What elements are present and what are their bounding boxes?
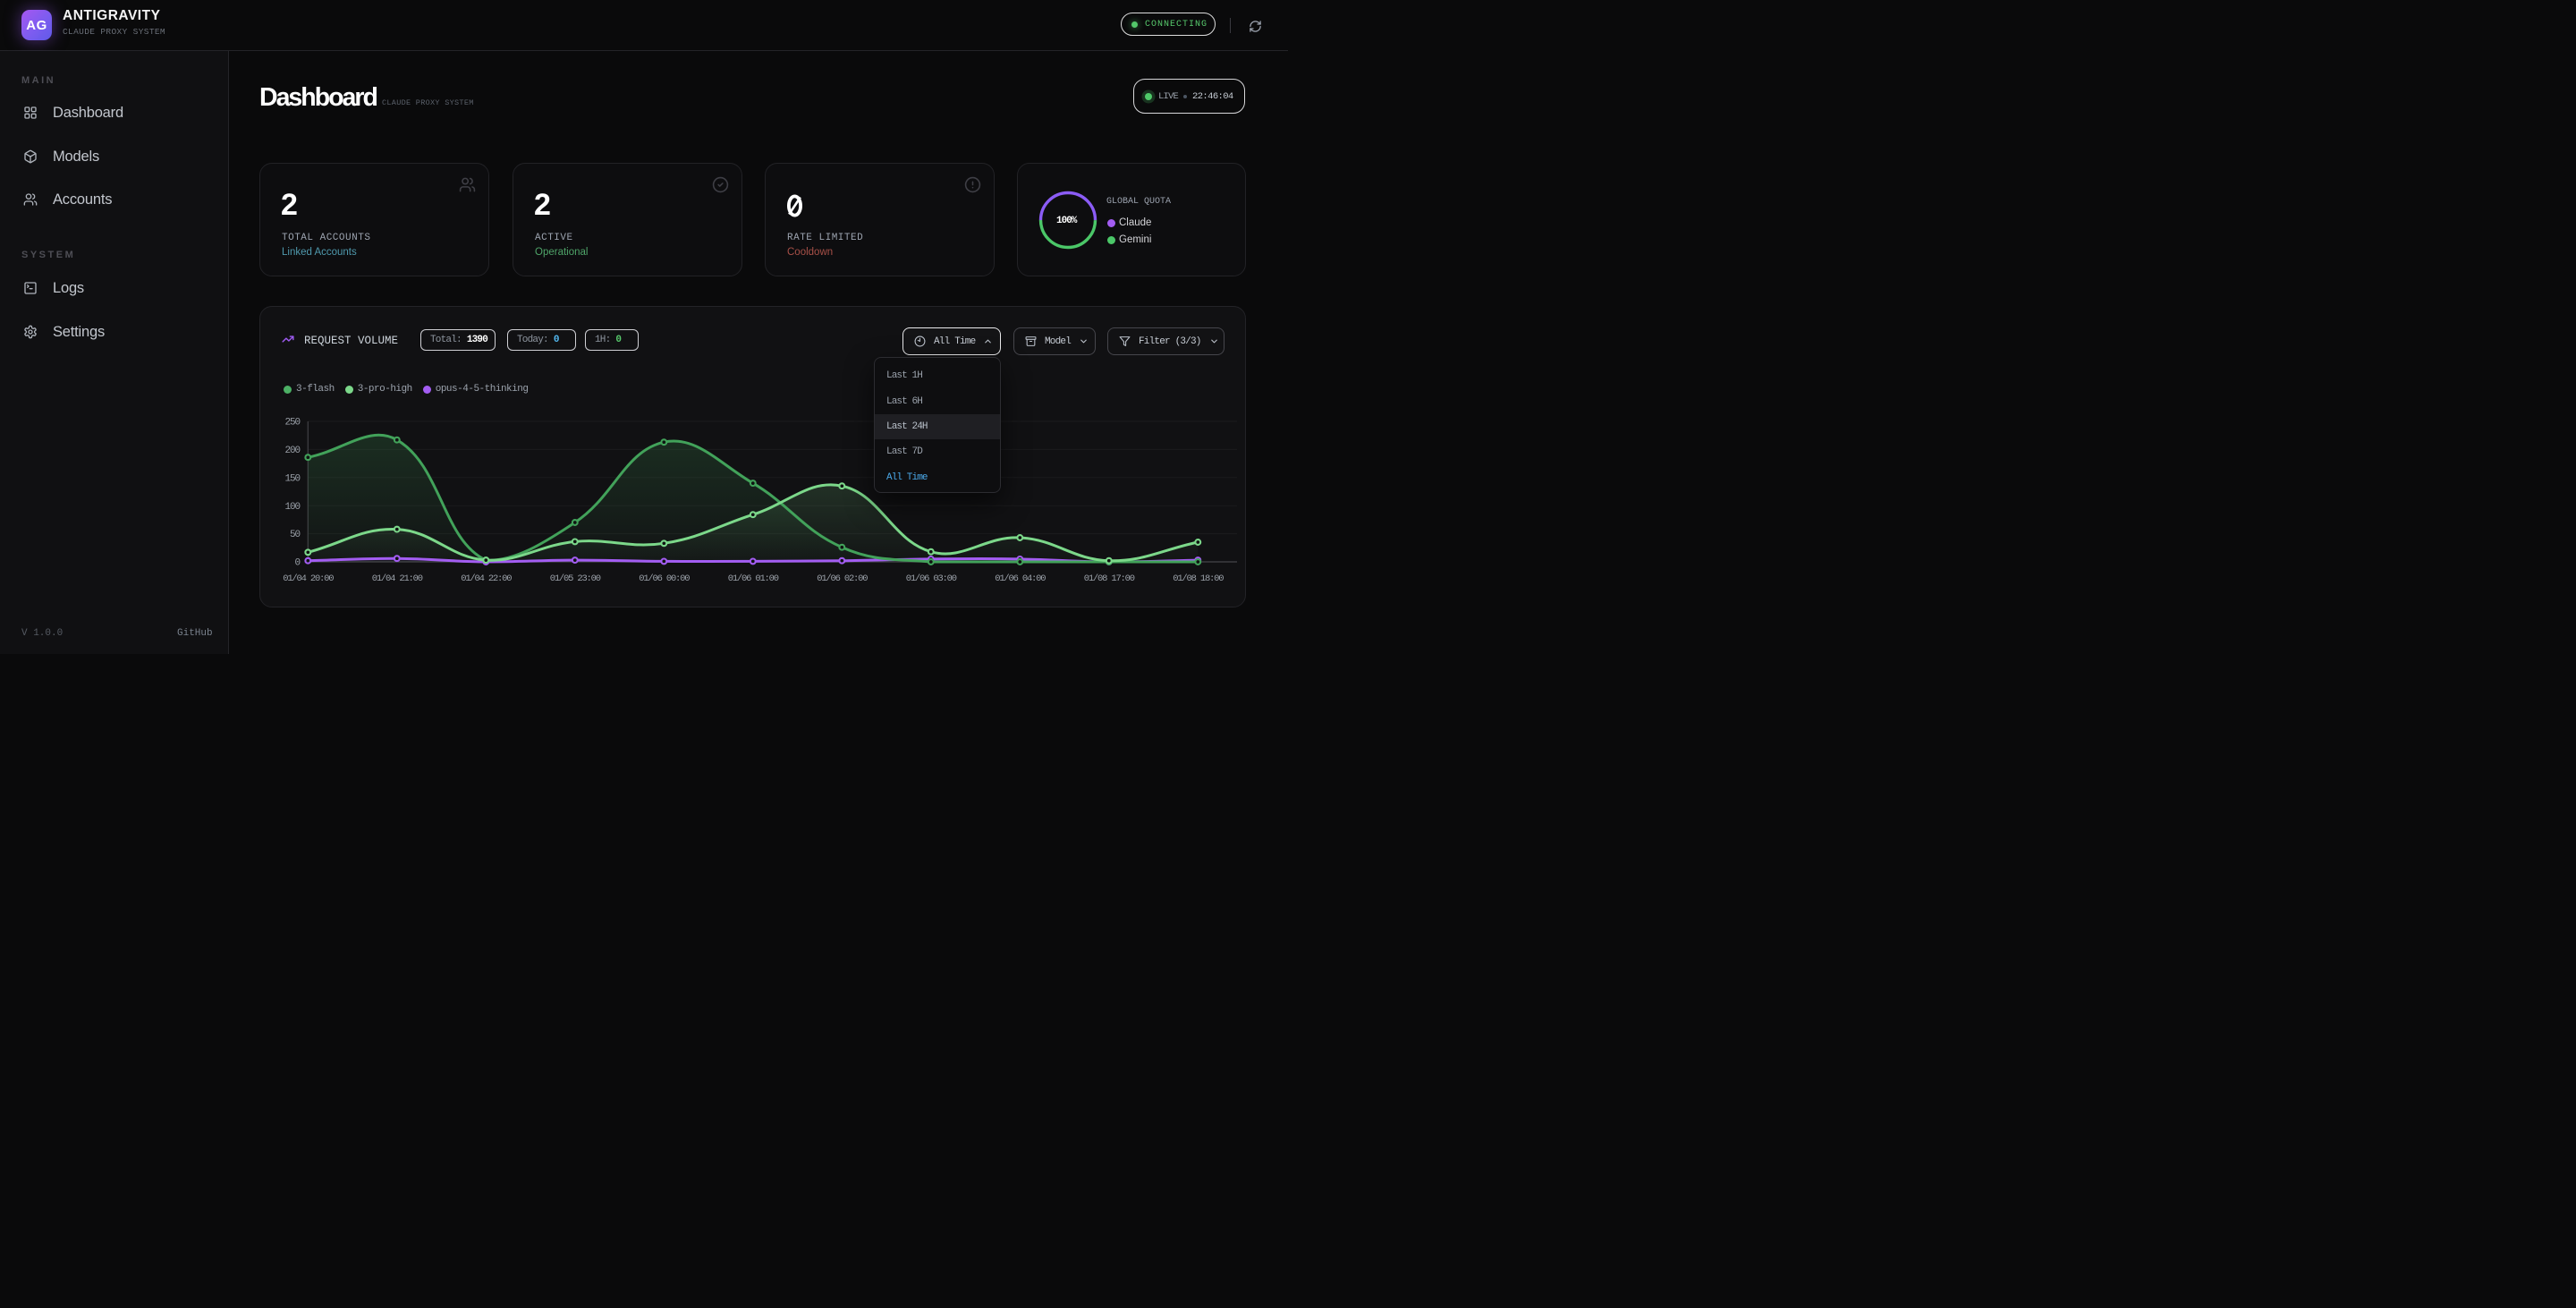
svg-text:250: 250 bbox=[284, 418, 300, 429]
svg-text:01/04 21:00: 01/04 21:00 bbox=[372, 573, 423, 584]
svg-text:01/04 22:00: 01/04 22:00 bbox=[461, 573, 512, 584]
svg-text:01/06 02:00: 01/06 02:00 bbox=[817, 573, 868, 584]
svg-text:50: 50 bbox=[290, 530, 301, 540]
svg-text:0: 0 bbox=[294, 558, 300, 569]
svg-text:200: 200 bbox=[284, 446, 300, 456]
svg-text:150: 150 bbox=[284, 473, 300, 484]
svg-text:01/08 17:00: 01/08 17:00 bbox=[1084, 573, 1135, 584]
svg-text:01/06 03:00: 01/06 03:00 bbox=[906, 573, 957, 584]
svg-text:01/05 23:00: 01/05 23:00 bbox=[550, 573, 601, 584]
svg-text:01/06 04:00: 01/06 04:00 bbox=[995, 573, 1046, 584]
svg-text:01/06 00:00: 01/06 00:00 bbox=[639, 573, 690, 584]
svg-text:01/06 01:00: 01/06 01:00 bbox=[728, 573, 779, 584]
svg-text:01/04 20:00: 01/04 20:00 bbox=[283, 573, 334, 584]
svg-text:01/08 18:00: 01/08 18:00 bbox=[1173, 573, 1224, 584]
svg-text:100: 100 bbox=[284, 502, 300, 513]
